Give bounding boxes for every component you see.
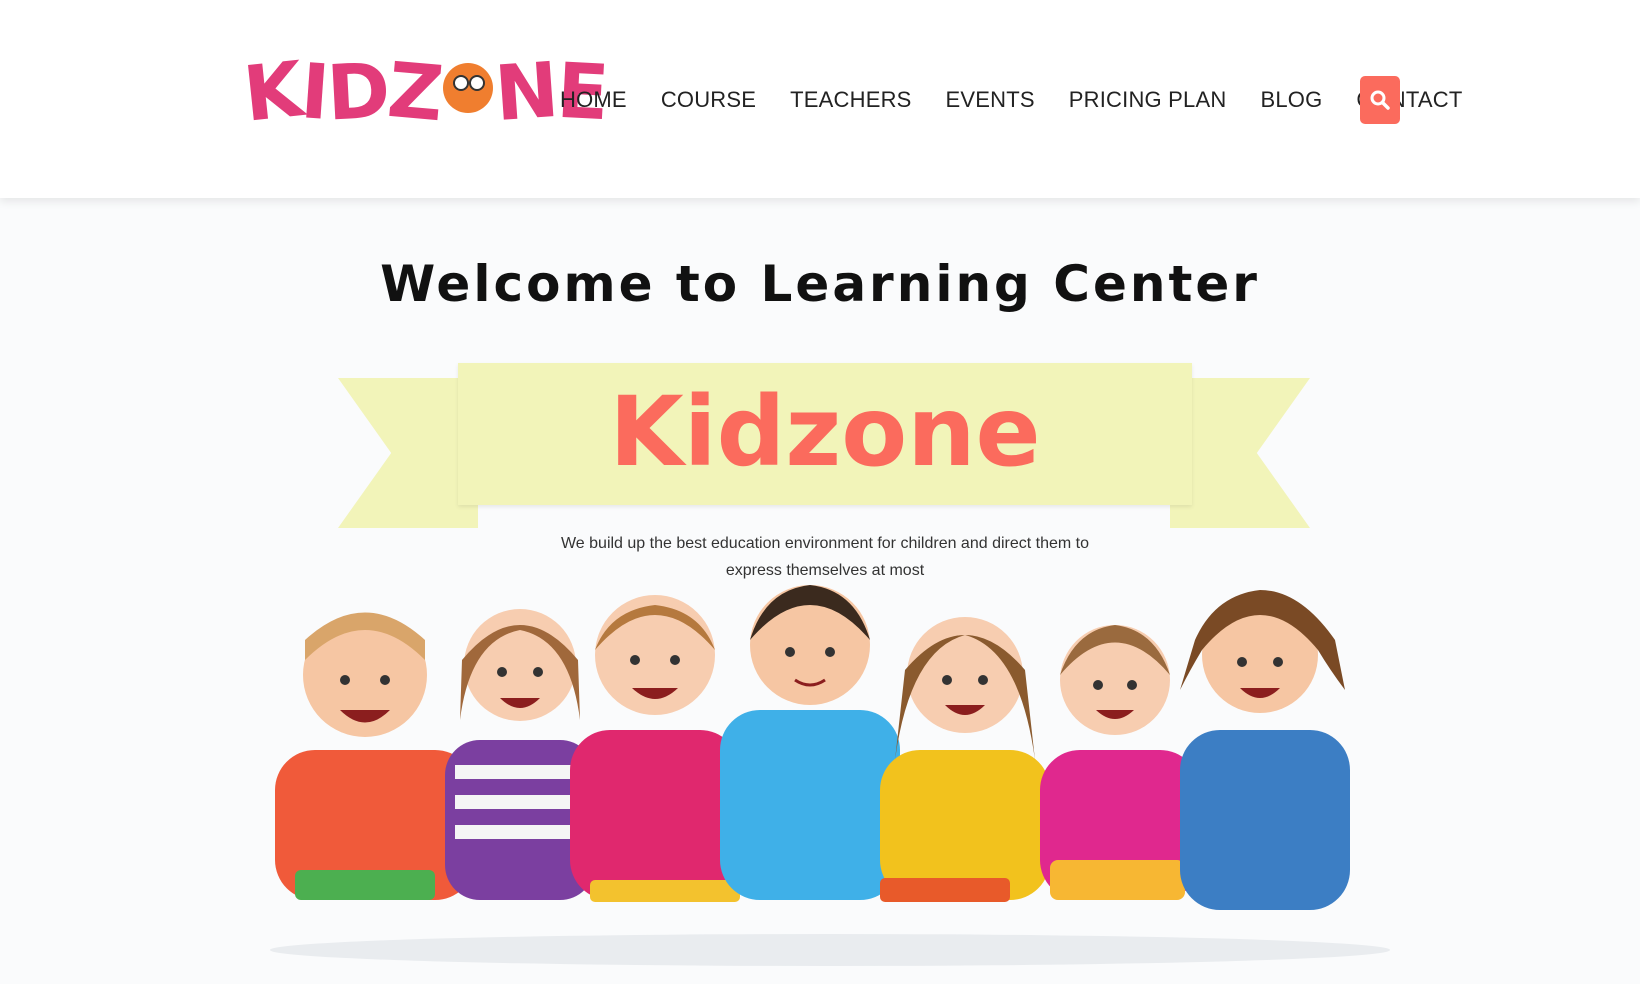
banner-title: Kidzone <box>609 376 1041 488</box>
floor-shadow <box>270 934 1390 966</box>
nav-home[interactable]: HOME <box>560 87 627 113</box>
child-5 <box>880 617 1050 902</box>
main-nav: HOME COURSE TEACHERS EVENTS PRICING PLAN… <box>560 82 1496 118</box>
nav-pricing-plan[interactable]: PRICING PLAN <box>1069 87 1227 113</box>
child-3 <box>570 595 740 902</box>
site-header: KIDZNE HOME COURSE TEACHERS EVENTS PRICI… <box>0 0 1640 198</box>
welcome-heading: Welcome to Learning Center <box>380 255 1260 313</box>
logo-face-icon <box>443 63 494 113</box>
nav-course[interactable]: COURSE <box>661 87 756 113</box>
search-icon <box>1370 90 1390 110</box>
child-6 <box>1040 625 1200 900</box>
nav-events[interactable]: EVENTS <box>946 87 1035 113</box>
child-4 <box>720 585 900 900</box>
children-image <box>270 585 1390 966</box>
nav-blog[interactable]: BLOG <box>1260 87 1322 113</box>
nav-teachers[interactable]: TEACHERS <box>790 87 911 113</box>
search-button[interactable] <box>1360 76 1400 124</box>
hero-tagline: We build up the best education environme… <box>560 535 1089 579</box>
kidzone-logo[interactable]: KIDZNE <box>239 44 609 138</box>
child-7 <box>1180 590 1350 910</box>
